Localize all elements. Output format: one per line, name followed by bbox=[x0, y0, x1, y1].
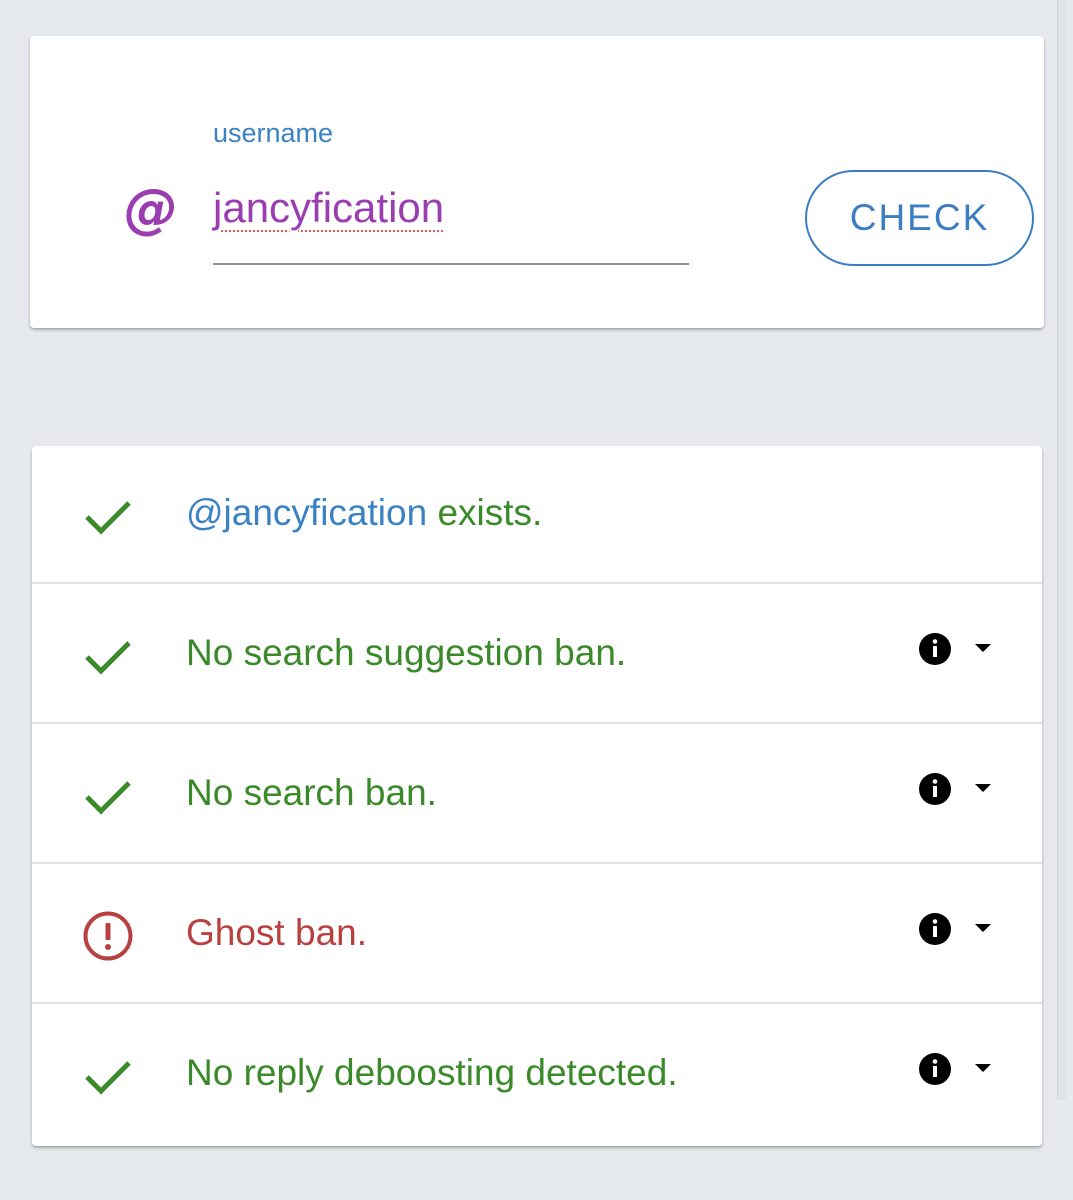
info-icon[interactable] bbox=[918, 632, 952, 666]
result-text: No search suggestion ban. bbox=[186, 632, 627, 673]
check-mark-icon bbox=[85, 781, 131, 815]
result-row-exists: @jancyfication exists. bbox=[32, 446, 1042, 584]
result-row-reply-deboosting[interactable]: No reply deboosting detected. bbox=[32, 1006, 1042, 1144]
result-row-search-ban[interactable]: No search ban. bbox=[32, 726, 1042, 864]
check-mark-icon bbox=[85, 641, 131, 675]
chevron-down-icon[interactable] bbox=[974, 642, 992, 654]
check-mark-icon bbox=[85, 1061, 131, 1095]
check-mark-icon bbox=[85, 501, 131, 535]
chevron-down-icon[interactable] bbox=[974, 922, 992, 934]
username-field-label: username bbox=[213, 118, 334, 148]
page-scrollbar[interactable] bbox=[1057, 0, 1066, 1100]
results-card: @jancyfication exists. No search suggest… bbox=[32, 446, 1042, 1146]
info-icon[interactable] bbox=[918, 772, 952, 806]
result-text: @jancyfication exists. bbox=[186, 492, 543, 533]
result-text: No reply deboosting detected. bbox=[186, 1052, 678, 1093]
result-row-search-suggestion-ban[interactable]: No search suggestion ban. bbox=[32, 586, 1042, 724]
result-text: Ghost ban. bbox=[186, 912, 368, 953]
alert-circle-icon bbox=[83, 911, 133, 961]
info-icon[interactable] bbox=[918, 912, 952, 946]
check-button[interactable]: CHECK bbox=[805, 170, 1034, 266]
result-row-ghost-ban[interactable]: Ghost ban. bbox=[32, 866, 1042, 1004]
chevron-down-icon[interactable] bbox=[974, 1062, 992, 1074]
chevron-down-icon[interactable] bbox=[974, 782, 992, 794]
info-icon[interactable] bbox=[918, 1052, 952, 1086]
result-text: No search ban. bbox=[186, 772, 437, 813]
username-handle: @jancyfication bbox=[186, 492, 428, 533]
at-sign-icon: @ bbox=[124, 177, 178, 240]
username-input[interactable]: jancyfication bbox=[213, 184, 444, 232]
username-search-card: @ username jancyfication CHECK bbox=[30, 36, 1044, 328]
username-input-underline bbox=[213, 263, 689, 265]
